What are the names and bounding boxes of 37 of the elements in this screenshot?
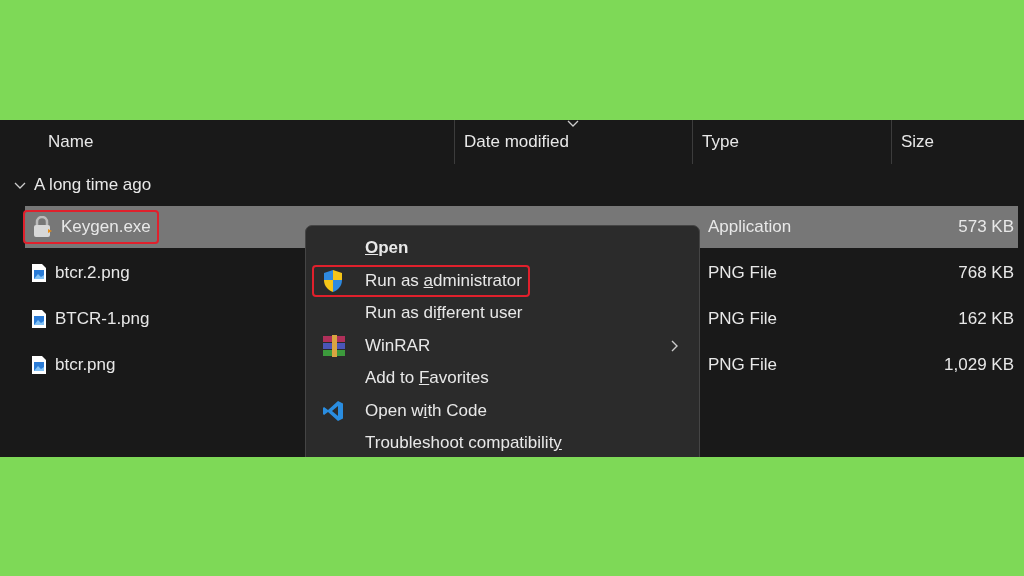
file-name[interactable]: btcr.png xyxy=(23,349,124,381)
menu-item[interactable]: Add to Favorites xyxy=(312,362,693,395)
archive-books-icon xyxy=(322,334,346,357)
file-name[interactable]: Keygen.exe xyxy=(23,210,159,244)
sort-caret-icon[interactable] xyxy=(567,120,579,128)
file-name-text: btcr.2.png xyxy=(55,263,130,283)
column-header[interactable]: Date modified xyxy=(464,132,569,152)
file-type: PNG File xyxy=(707,309,777,329)
image-file-icon xyxy=(31,355,47,375)
padlock-app-icon xyxy=(31,216,53,238)
menu-item[interactable]: Open with Code xyxy=(312,394,693,427)
image-file-icon xyxy=(31,263,47,283)
file-name[interactable]: BTCR-1.png xyxy=(23,303,158,335)
shield-icon xyxy=(322,268,344,293)
menu-item[interactable]: Troubleshoot compatibility xyxy=(312,427,693,457)
image-file-icon xyxy=(31,309,47,329)
file-size: 162 KB xyxy=(958,309,1015,329)
group-header[interactable]: A long time ago xyxy=(34,175,152,195)
code-editor-icon xyxy=(322,399,344,422)
menu-item[interactable]: Run as administrator xyxy=(312,264,530,297)
column-header[interactable]: Name xyxy=(48,132,94,152)
menu-item[interactable]: Open xyxy=(312,232,693,265)
file-type: PNG File xyxy=(707,355,777,375)
column-header[interactable]: Size xyxy=(901,132,935,152)
column-header[interactable]: Type xyxy=(702,132,739,152)
file-size: 768 KB xyxy=(958,263,1015,283)
file-size: 1,029 KB xyxy=(944,355,1015,375)
file-name-text: Keygen.exe xyxy=(61,217,151,237)
file-size: 573 KB xyxy=(958,217,1015,237)
file-name[interactable]: btcr.2.png xyxy=(23,257,138,289)
file-type: Application xyxy=(707,217,792,237)
file-name-text: btcr.png xyxy=(55,355,116,375)
submenu-chevron-icon xyxy=(671,339,679,352)
menu-item[interactable]: WinRAR xyxy=(312,329,693,362)
menu-item[interactable]: Run as different user xyxy=(312,297,693,330)
file-name-text: BTCR-1.png xyxy=(55,309,150,329)
file-type: PNG File xyxy=(707,263,777,283)
